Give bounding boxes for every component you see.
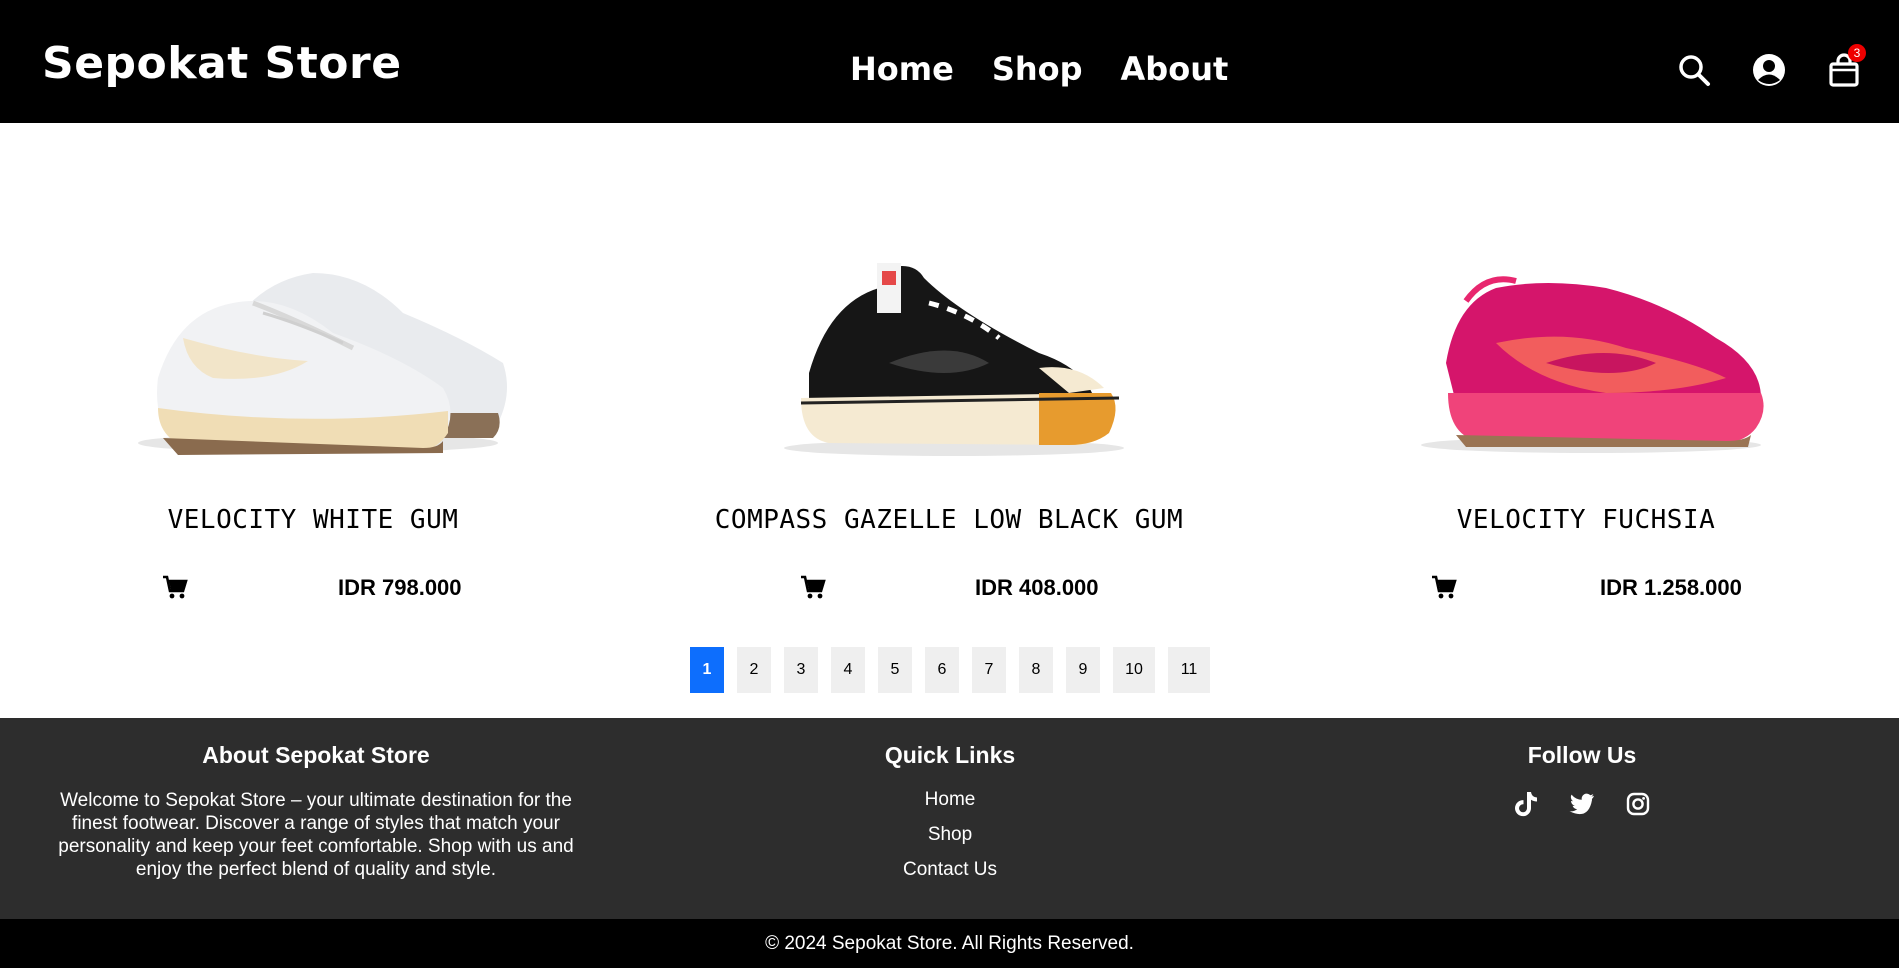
tiktok-icon[interactable]	[1511, 789, 1541, 819]
product-price: IDR 408.000	[975, 575, 1099, 600]
page-10-button[interactable]: 10	[1113, 647, 1155, 693]
header-actions: 3	[1672, 44, 1872, 92]
user-icon[interactable]	[1747, 48, 1791, 92]
product-card[interactable]: COMPASS GAZELLE LOW BLACK GUM IDR 408.00…	[689, 123, 1209, 623]
product-name[interactable]: COMPASS GAZELLE LOW BLACK GUM	[689, 505, 1209, 535]
cart-count-badge: 3	[1848, 44, 1866, 62]
page-4-button[interactable]: 4	[831, 647, 865, 693]
page-7-button[interactable]: 7	[972, 647, 1006, 693]
nav-shop[interactable]: Shop	[992, 50, 1083, 88]
main-nav: Home Shop About	[850, 50, 1266, 88]
product-name[interactable]: VELOCITY WHITE GUM	[53, 505, 573, 535]
page-2-button[interactable]: 2	[737, 647, 771, 693]
product-card[interactable]: VELOCITY WHITE GUM IDR 798.000	[53, 123, 573, 623]
footer-link-contact[interactable]: Contact Us	[800, 859, 1100, 881]
site-footer: About Sepokat Store Welcome to Sepokat S…	[0, 718, 1899, 919]
footer-about: About Sepokat Store Welcome to Sepokat S…	[36, 742, 596, 881]
nav-home[interactable]: Home	[850, 50, 954, 88]
product-image[interactable]	[1376, 243, 1796, 473]
social-links	[1432, 789, 1732, 819]
product-grid: VELOCITY WHITE GUM IDR 798.000 COMPASS G…	[0, 123, 1899, 637]
page-5-button[interactable]: 5	[878, 647, 912, 693]
page-1-button[interactable]: 1	[690, 647, 724, 693]
site-header: Sepokat Store Home Shop About 3	[0, 0, 1899, 123]
nav-about[interactable]: About	[1121, 50, 1229, 88]
pagination: 1 2 3 4 5 6 7 8 9 10 11	[690, 647, 1223, 693]
twitter-icon[interactable]	[1567, 789, 1597, 819]
instagram-icon[interactable]	[1623, 789, 1653, 819]
footer-link-shop[interactable]: Shop	[800, 824, 1100, 846]
product-name[interactable]: VELOCITY FUCHSIA	[1326, 505, 1846, 535]
product-price: IDR 798.000	[338, 575, 462, 600]
add-to-cart-icon[interactable]	[1430, 573, 1458, 601]
product-image[interactable]	[739, 243, 1159, 473]
page-9-button[interactable]: 9	[1066, 647, 1100, 693]
brand-logo[interactable]: Sepokat Store	[42, 38, 402, 89]
product-actions: IDR 798.000	[53, 573, 573, 603]
product-card[interactable]: VELOCITY FUCHSIA IDR 1.258.000	[1326, 123, 1846, 623]
footer-links-title: Quick Links	[884, 742, 1016, 768]
add-to-cart-icon[interactable]	[161, 573, 189, 601]
footer-follow-title: Follow Us	[1527, 742, 1637, 768]
product-image[interactable]	[103, 243, 523, 473]
product-actions: IDR 1.258.000	[1326, 573, 1846, 603]
page-6-button[interactable]: 6	[925, 647, 959, 693]
footer-about-text: Welcome to Sepokat Store – your ultimate…	[58, 790, 574, 880]
footer-about-title: About Sepokat Store	[202, 742, 430, 768]
page-8-button[interactable]: 8	[1019, 647, 1053, 693]
add-to-cart-icon[interactable]	[799, 573, 827, 601]
copyright-bar: © 2024 Sepokat Store. All Rights Reserve…	[0, 919, 1899, 968]
page-11-button[interactable]: 11	[1168, 647, 1210, 693]
search-icon[interactable]	[1672, 48, 1716, 92]
product-price: IDR 1.258.000	[1600, 575, 1742, 600]
product-actions: IDR 408.000	[689, 573, 1209, 603]
footer-follow: Follow Us	[1432, 742, 1732, 819]
footer-quick-links: Quick Links Home Shop Contact Us	[800, 742, 1100, 894]
page-3-button[interactable]: 3	[784, 647, 818, 693]
shopping-bag-icon[interactable]: 3	[1822, 44, 1866, 92]
footer-link-home[interactable]: Home	[800, 789, 1100, 811]
